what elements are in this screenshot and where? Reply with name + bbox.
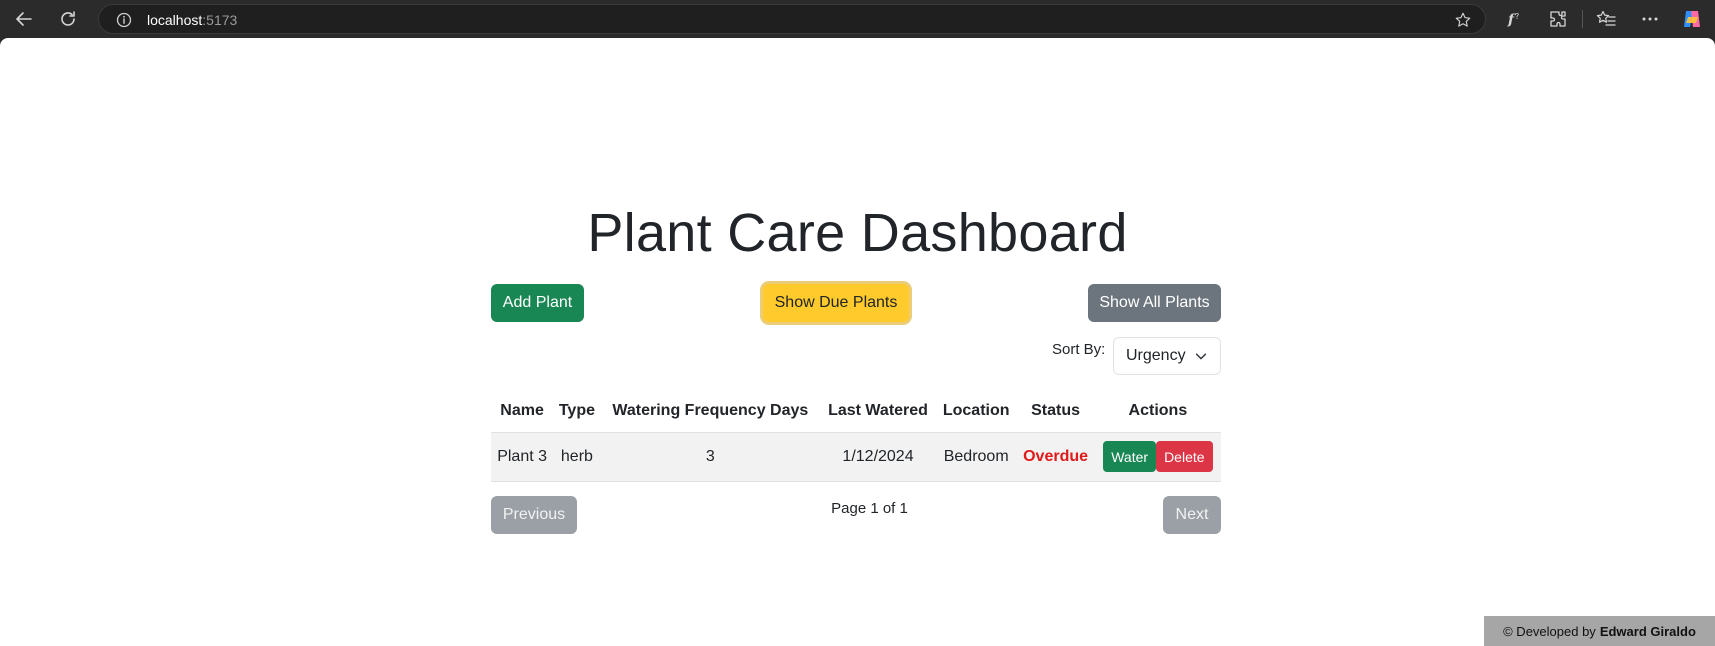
url-host: localhost xyxy=(147,12,203,28)
header-actions: Actions xyxy=(1094,391,1221,433)
next-page-button[interactable]: Next xyxy=(1163,496,1221,534)
sort-selected-value: Urgency xyxy=(1126,347,1186,364)
cell-location: Bedroom xyxy=(936,432,1017,482)
header-watering-frequency: Watering Frequency Days xyxy=(600,391,820,433)
add-plant-button[interactable]: Add Plant xyxy=(491,284,584,322)
favorites-list-icon[interactable] xyxy=(1594,7,1618,31)
cell-type: herb xyxy=(553,432,601,482)
svg-text:?: ? xyxy=(1515,12,1519,21)
table-header-row: Name Type Watering Frequency Days Last W… xyxy=(491,391,1221,433)
sort-by-select[interactable]: Urgency xyxy=(1113,337,1221,375)
header-last-watered: Last Watered xyxy=(820,391,937,433)
sort-by-label: Sort By: xyxy=(1052,341,1106,358)
plants-table: Name Type Watering Frequency Days Last W… xyxy=(491,391,1221,482)
header-name: Name xyxy=(491,391,554,433)
url-port: :5173 xyxy=(202,12,238,28)
site-info-icon[interactable] xyxy=(115,11,132,28)
header-location: Location xyxy=(936,391,1017,433)
show-all-plants-button[interactable]: Show All Plants xyxy=(1088,284,1221,322)
cell-frequency: 3 xyxy=(600,432,820,482)
water-button[interactable]: Water xyxy=(1103,441,1157,472)
table-row: Plant 3 herb 3 1/12/2024 Bedroom Overdue… xyxy=(491,432,1221,482)
more-options-icon[interactable] xyxy=(1638,7,1662,31)
header-status: Status xyxy=(1016,391,1095,433)
back-arrow-icon[interactable] xyxy=(11,6,37,32)
show-due-plants-button[interactable]: Show Due Plants xyxy=(763,284,909,322)
page-title: Plant Care Dashboard xyxy=(587,203,1128,263)
cell-name: Plant 3 xyxy=(491,432,554,482)
chevron-down-icon xyxy=(1195,353,1207,360)
page-viewport: Plant Care Dashboard Add Plant Show Due … xyxy=(0,38,1715,646)
footer-credit: © Developed by Edward Giraldo xyxy=(1484,616,1715,646)
footer-author: Edward Giraldo xyxy=(1599,623,1696,639)
browser-chrome: localhost:5173 f? xyxy=(0,0,1715,38)
extensions-icon[interactable] xyxy=(1546,7,1570,31)
read-aloud-icon[interactable]: f? xyxy=(1503,7,1527,31)
actions-group: Water Delete xyxy=(1099,433,1217,481)
toolbar-separator xyxy=(1582,10,1583,28)
cell-last-watered: 1/12/2024 xyxy=(820,432,937,482)
favorite-star-icon[interactable] xyxy=(1453,10,1473,30)
cell-actions: Water Delete xyxy=(1094,432,1221,482)
address-bar[interactable]: localhost:5173 xyxy=(98,4,1486,34)
url-text[interactable]: localhost:5173 xyxy=(147,12,237,28)
footer-prefix: © Developed by xyxy=(1503,623,1596,639)
status-badge: Overdue xyxy=(1016,432,1095,482)
reload-icon[interactable] xyxy=(55,6,81,32)
copilot-icon[interactable] xyxy=(1680,7,1704,31)
page-indicator: Page 1 of 1 xyxy=(831,500,908,517)
header-type: Type xyxy=(553,391,601,433)
delete-button[interactable]: Delete xyxy=(1156,441,1213,472)
